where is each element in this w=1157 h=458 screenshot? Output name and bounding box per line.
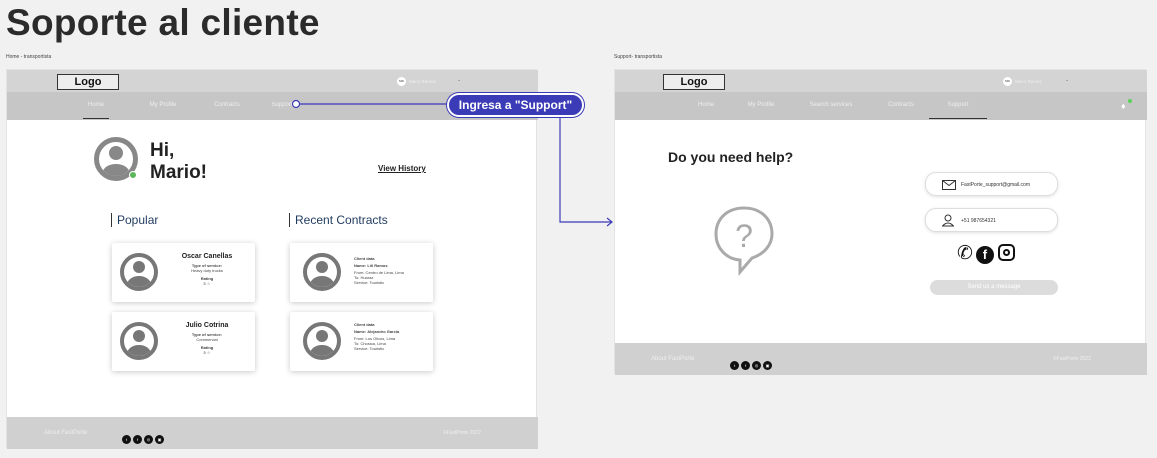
nav-my-profile[interactable]: My Profile [739,102,783,108]
help-question-icon: ? [714,206,774,276]
send-message-button[interactable]: Send us a message [930,280,1058,295]
top-bar: Logo MR Mario Ramos ⌄ [615,70,1147,92]
whatsapp-icon[interactable]: ✆ [957,243,976,264]
mail-icon [942,180,956,190]
nav-home[interactable]: Home [693,102,719,108]
nav-search-services[interactable]: Search services [801,102,861,108]
contact-social-icons: ✆ f [957,244,1015,264]
notification-bell-icon[interactable]: ♦ [1121,101,1126,111]
callout-support: Ingresa a "Support" [447,93,584,117]
chevron-down-icon[interactable]: ⌄ [1065,77,1069,83]
help-title: Do you need help? [668,149,794,165]
footer: About FastPorte t f ◎ ▣ ©FastPorte 2022 [615,343,1147,375]
facebook-icon[interactable]: f [741,361,750,370]
instagram-icon[interactable]: ◎ [752,361,761,370]
support-phone-field[interactable]: +51 987654321 [925,208,1058,232]
social-icons: t f ◎ ▣ [730,354,774,372]
nav-bar: Home My Profile Search services Contract… [615,92,1147,120]
nav-support[interactable]: Support [929,102,987,119]
support-phone: +51 987654321 [961,218,996,224]
logo[interactable]: Logo [663,74,725,90]
breadcrumb-support: Support- transportista [614,54,663,60]
user-icon [942,214,954,227]
svg-text:?: ? [735,218,753,254]
other-icon[interactable]: ▣ [763,361,772,370]
footer-copyright: ©FastPorte 2022 [1053,356,1091,362]
support-screen: Logo MR Mario Ramos ⌄ Home My Profile Se… [614,69,1147,375]
nav-contracts[interactable]: Contracts [881,102,921,108]
user-name[interactable]: Mario Ramos [1015,79,1042,84]
twitter-icon[interactable]: t [730,361,739,370]
facebook-icon[interactable]: f [975,246,994,264]
avatar[interactable]: MR [1003,77,1012,86]
notification-dot [1128,99,1132,103]
support-email-field[interactable]: FastPorte_support@gmail.com [925,172,1058,196]
instagram-icon[interactable] [997,244,1015,261]
support-email: FastPorte_support@gmail.com [961,182,1030,188]
footer-about-link[interactable]: About FastPorte [651,356,694,362]
